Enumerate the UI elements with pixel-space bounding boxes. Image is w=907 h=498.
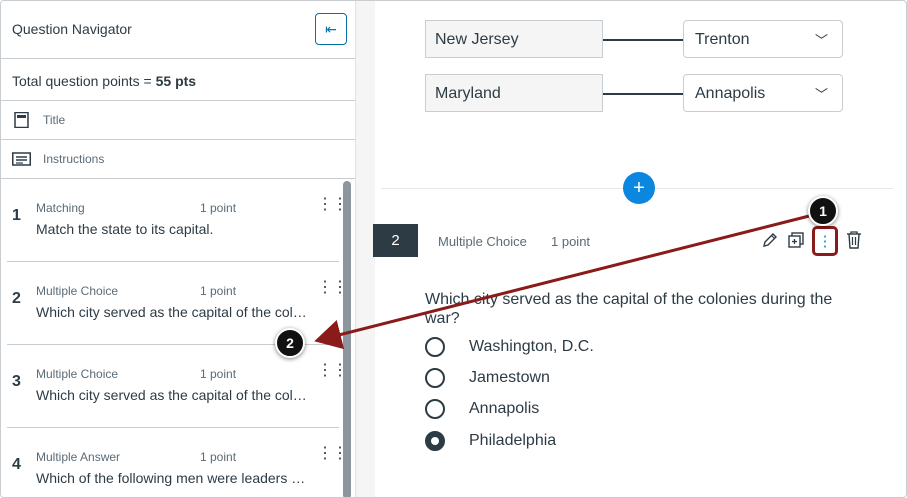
matching-state: Maryland xyxy=(425,74,603,112)
matching-state: New Jersey xyxy=(425,20,603,58)
drag-handle-icon[interactable]: ⋮⋮ xyxy=(317,446,348,462)
callout-one: 1 xyxy=(808,196,838,226)
question-points: 1 point xyxy=(200,367,237,381)
panel-divider xyxy=(355,1,375,497)
drag-handle-icon[interactable]: ⋮⋮ xyxy=(317,197,348,213)
question-text: Match the state to its capital. xyxy=(36,221,214,237)
question-points: 1 point xyxy=(200,284,237,298)
question-number: 1 xyxy=(12,207,21,224)
total-points-value: 55 pts xyxy=(155,73,197,89)
question-points: 1 point xyxy=(200,201,237,215)
question-text: Which city served as the capital of the … xyxy=(36,387,310,403)
matching-connector xyxy=(603,39,683,41)
instructions-icon xyxy=(12,152,31,166)
answer-label: Jamestown xyxy=(469,369,550,386)
navigator-title: Question Navigator xyxy=(12,21,132,37)
matching-capital-select[interactable]: Annapolis ﹀ xyxy=(683,74,843,112)
callout-two: 2 xyxy=(275,328,305,358)
instructions-row[interactable]: Instructions xyxy=(1,140,355,179)
drag-handle-icon[interactable]: ⋮⋮ xyxy=(317,280,348,296)
trash-icon[interactable] xyxy=(845,230,863,250)
question-type: Multiple Choice xyxy=(36,284,119,298)
question-list-item[interactable]: 1 Matching 1 point Match the state to it… xyxy=(7,179,348,262)
question-points-label: 1 point xyxy=(551,234,591,249)
question-navigator-panel: Question Navigator ⇤ Total question poin… xyxy=(1,1,355,497)
chevron-down-icon: ﹀ xyxy=(814,33,828,48)
question-type: Matching xyxy=(36,201,85,215)
title-row-label: Title xyxy=(43,113,66,127)
matching-connector xyxy=(603,93,683,95)
instructions-row-label: Instructions xyxy=(43,152,105,166)
question-text: Which of the following men were leaders … xyxy=(36,470,310,486)
title-row[interactable]: Title xyxy=(1,101,355,140)
title-icon xyxy=(14,112,29,128)
navigator-header: Question Navigator ⇤ xyxy=(1,1,355,59)
navigator-scrollbar[interactable] xyxy=(343,181,351,497)
question-type-label: Multiple Choice xyxy=(438,234,527,249)
answer-label: Philadelphia xyxy=(469,432,557,449)
collapse-navigator-button[interactable]: ⇤ xyxy=(315,13,347,45)
plus-icon: + xyxy=(633,176,645,199)
duplicate-icon[interactable] xyxy=(787,231,805,249)
question-number: 2 xyxy=(12,290,21,307)
answer-label: Washington, D.C. xyxy=(469,338,594,355)
quiz-editor: Question Navigator ⇤ Total question poin… xyxy=(0,0,907,498)
question-number: 4 xyxy=(12,456,21,473)
pencil-icon[interactable] xyxy=(761,231,779,249)
collapse-icon: ⇤ xyxy=(325,20,337,37)
drag-handle-button[interactable]: ⋮ xyxy=(812,226,838,256)
radio-button[interactable] xyxy=(425,368,445,388)
question-list-item[interactable]: 4 Multiple Answer 1 point Which of the f… xyxy=(7,428,348,497)
chevron-down-icon: ﹀ xyxy=(814,87,828,102)
radio-button[interactable] xyxy=(425,399,445,419)
question-points: 1 point xyxy=(200,450,237,464)
radio-button-selected[interactable] xyxy=(425,431,445,451)
question-prompt: Which city served as the capital of the … xyxy=(425,291,833,327)
total-points: Total question points = 55 pts xyxy=(12,73,196,89)
matching-capital-select[interactable]: Trenton ﹀ xyxy=(683,20,843,58)
question-text: Which city served as the capital of the … xyxy=(36,304,310,320)
answer-label: Annapolis xyxy=(469,400,540,417)
radio-button[interactable] xyxy=(425,337,445,357)
question-number: 3 xyxy=(12,373,21,390)
add-question-button[interactable]: + xyxy=(623,172,655,204)
matching-capital-value: Trenton xyxy=(695,31,750,48)
total-points-row: Total question points = 55 pts xyxy=(1,59,355,101)
question-type: Multiple Choice xyxy=(36,367,119,381)
question-type: Multiple Answer xyxy=(36,450,121,464)
total-points-label: Total question points = xyxy=(12,73,156,89)
question-number-badge: 2 xyxy=(373,224,418,257)
matching-capital-value: Annapolis xyxy=(695,85,766,102)
drag-handle-icon[interactable]: ⋮⋮ xyxy=(317,363,348,379)
drag-handle-icon: ⋮ xyxy=(817,233,833,250)
